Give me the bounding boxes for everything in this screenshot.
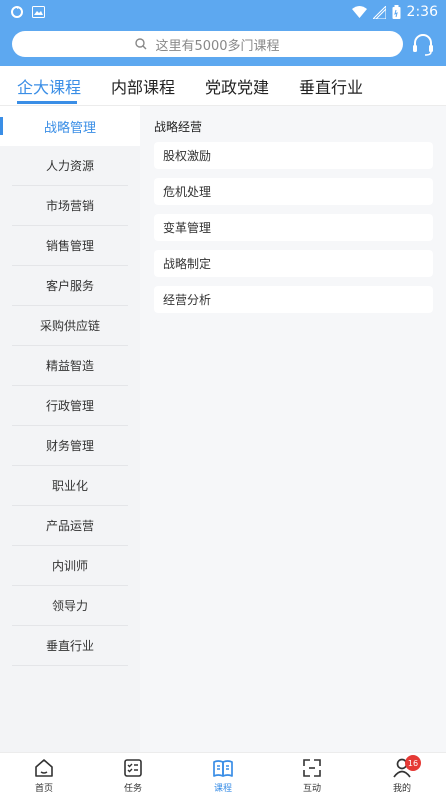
nav-tasks[interactable]: 任务 [103,757,163,794]
bottom-nav: 首页 任务 课程 互动 16 我的 [0,752,446,800]
course-item[interactable]: 危机处理 [154,178,433,205]
sidebar-item-label: 职业化 [51,479,88,493]
wifi-icon [351,6,367,18]
sidebar-item-finance[interactable]: 财务管理 [12,426,128,466]
sidebar-item-label: 战略管理 [43,120,96,136]
interact-icon [303,759,321,777]
sidebar-item-strategy[interactable]: 战略管理 [0,106,140,146]
sidebar-item-product-operations[interactable]: 产品运营 [12,506,128,546]
sidebar-item-professionalism[interactable]: 职业化 [12,466,128,506]
sidebar-item-sales[interactable]: 销售管理 [12,226,128,266]
tab-internal-courses[interactable]: 内部课程 [111,74,175,98]
sidebar-item-label: 精益智造 [45,359,94,373]
sidebar-item-label: 行政管理 [45,399,94,413]
nav-courses[interactable]: 课程 [193,757,253,794]
tab-party-building[interactable]: 党政党建 [205,74,269,98]
nav-home[interactable]: 首页 [14,757,74,794]
category-tabs: 企大课程 内部课程 党政党建 垂直行业 [0,66,446,106]
sidebar-item-label: 销售管理 [45,239,94,253]
tab-vertical-industry[interactable]: 垂直行业 [299,74,363,98]
category-sidebar: 战略管理 人力资源 市场营销 销售管理 客户服务 采购供应链 精益智造 行政管理… [0,106,140,752]
sidebar-item-hr[interactable]: 人力资源 [12,146,128,186]
sidebar-item-supply-chain[interactable]: 采购供应链 [12,306,128,346]
sync-icon [11,6,23,18]
course-item[interactable]: 经营分析 [154,286,433,313]
sidebar-item-label: 产品运营 [45,519,94,533]
gallery-icon [32,6,45,18]
sidebar-item-label: 采购供应链 [39,319,100,333]
sidebar-item-administration[interactable]: 行政管理 [12,386,128,426]
section-title: 战略经营 [154,120,203,134]
sidebar-item-marketing[interactable]: 市场营销 [12,186,128,226]
sidebar-item-internal-trainer[interactable]: 内训师 [12,546,128,586]
nav-label: 首页 [34,784,53,794]
course-item[interactable]: 股权激励 [154,142,433,169]
tab-active-underline [17,101,77,104]
sidebar-item-label: 垂直行业 [45,639,94,653]
tab-enterprise-courses[interactable]: 企大课程 [17,74,81,98]
search-input[interactable]: 这里有5000多门课程 [12,31,403,57]
search-icon [135,38,147,50]
sidebar-item-label: 内训师 [51,559,88,573]
headset-icon[interactable] [410,31,436,57]
task-icon [124,759,142,777]
nav-label: 课程 [213,784,232,794]
status-time: 2:36 [406,4,438,20]
signal-icon [372,5,386,19]
sidebar-item-label: 财务管理 [45,439,94,453]
sidebar-item-customer-service[interactable]: 客户服务 [12,266,128,306]
course-content: 战略经营 股权激励 危机处理 变革管理 战略制定 经营分析 [140,106,446,752]
search-placeholder: 这里有5000多门课程 [155,38,280,54]
nav-label: 我的 [392,784,411,794]
nav-profile[interactable]: 16 我的 [372,755,432,794]
home-icon [35,759,53,777]
nav-label: 任务 [123,784,142,794]
status-bar: 2:36 [0,0,446,26]
nav-interaction[interactable]: 互动 [282,757,342,794]
sidebar-item-label: 客户服务 [45,279,94,293]
battery-icon [392,5,401,19]
sidebar-item-label: 人力资源 [45,159,94,173]
sidebar-active-indicator [0,117,3,135]
sidebar-item-label: 市场营销 [45,199,94,213]
book-icon [213,760,233,777]
course-item[interactable]: 战略制定 [154,250,433,277]
sidebar-item-vertical-industry[interactable]: 垂直行业 [12,626,128,666]
notification-badge: 16 [405,755,421,771]
sidebar-item-leadership[interactable]: 领导力 [12,586,128,626]
sidebar-item-lean-manufacturing[interactable]: 精益智造 [12,346,128,386]
course-item[interactable]: 变革管理 [154,214,433,241]
app-header: 2:36 这里有5000多门课程 [0,0,446,66]
nav-label: 互动 [302,784,321,794]
sidebar-item-label: 领导力 [51,599,88,613]
